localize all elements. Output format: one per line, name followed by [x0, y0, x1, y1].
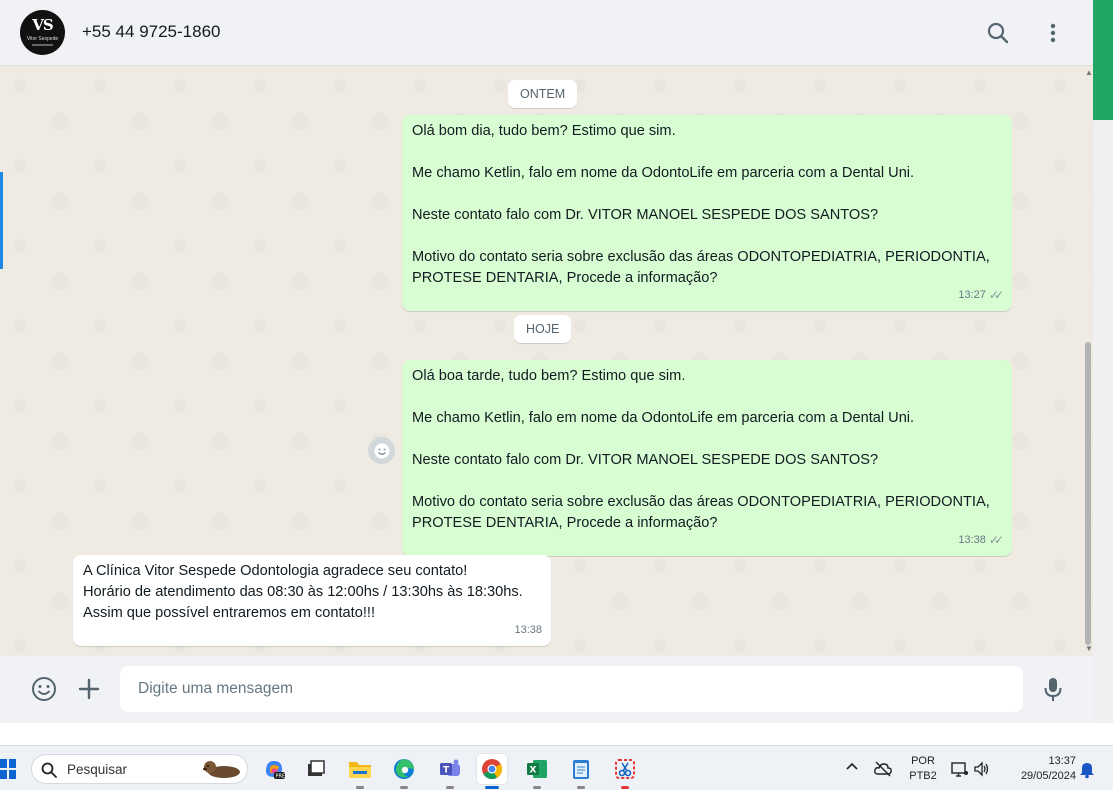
avatar[interactable]: VS Vitor Sespede: [20, 10, 65, 55]
keyboard-layout: PTB2: [909, 770, 937, 782]
whatsapp-window: VS Vitor Sespede +55 44 9725-1860 ▲ ONTE…: [0, 0, 1093, 723]
clock-time: 13:37: [1048, 755, 1076, 767]
teams-icon: T: [440, 759, 460, 776]
message-line: Motivo do contato seria sobre exclusão d…: [412, 494, 990, 531]
message-meta: 13:27 ✓✓: [958, 285, 1004, 306]
clock-date: 29/05/2024: [1020, 770, 1076, 782]
message-meta: 13:38: [514, 620, 542, 641]
message-bubble-incoming[interactable]: A Clínica Vitor Sespede Odontologia agra…: [73, 555, 551, 646]
message-line: Motivo do contato seria sobre exclusão d…: [412, 249, 990, 286]
chat-area[interactable]: ▲ ONTEM Olá bom dia, tudo bem? Estimo qu…: [0, 66, 1093, 656]
search-icon: [41, 762, 57, 778]
system-clock[interactable]: 13:37 29/05/2024: [1004, 754, 1076, 784]
message-line: Me chamo Ketlin, falo em nome da OdontoL…: [412, 165, 915, 181]
chevron-up-icon[interactable]: [844, 759, 864, 779]
microphone-icon[interactable]: [1038, 674, 1068, 704]
excel-app[interactable]: X: [522, 754, 552, 789]
message-line: Horário de atendimento das 08:30 às 12:0…: [83, 584, 523, 600]
date-chip-yesterday: ONTEM: [508, 80, 578, 108]
background-window-accent: [1093, 0, 1113, 120]
avatar-caption: Vitor Sespede: [26, 36, 59, 42]
message-time: 13:27: [958, 289, 986, 301]
language-code: POR: [911, 755, 935, 767]
file-explorer-app[interactable]: [345, 754, 375, 789]
message-time: 13:38: [514, 624, 542, 636]
scroll-down-arrow[interactable]: ▼: [1085, 644, 1093, 653]
active-indicator: [485, 786, 499, 789]
message-line: Neste contato falo com Dr. VITOR MANOEL …: [412, 207, 879, 223]
message-bubble-outgoing[interactable]: Olá bom dia, tudo bem? Estimo que sim. M…: [402, 115, 1012, 311]
attach-plus-icon[interactable]: [74, 674, 104, 704]
chat-header: VS Vitor Sespede +55 44 9725-1860: [0, 0, 1093, 66]
language-indicator[interactable]: POR PTB2: [904, 754, 942, 784]
message-bubble-outgoing[interactable]: Olá boa tarde, tudo bem? Estimo que sim.…: [402, 360, 1012, 556]
notification-bell-icon[interactable]: [1078, 759, 1098, 779]
message-line: Olá bom dia, tudo bem? Estimo que sim.: [412, 123, 676, 139]
chrome-icon: [482, 759, 503, 780]
running-indicator: [533, 786, 541, 789]
running-indicator: [621, 786, 629, 789]
search-icon[interactable]: [983, 18, 1013, 48]
message-meta: 13:38 ✓✓: [958, 530, 1004, 551]
message-line: Olá boa tarde, tudo bem? Estimo que sim.: [412, 368, 686, 384]
folder-icon: [349, 762, 371, 778]
avatar-underline: [32, 44, 53, 46]
taskbar-search[interactable]: Pesquisar: [31, 754, 248, 784]
svg-text:T: T: [443, 766, 450, 776]
date-chip-today: HOJE: [514, 315, 572, 343]
message-line: A Clínica Vitor Sespede Odontologia agra…: [83, 563, 468, 579]
edge-app[interactable]: [389, 754, 419, 789]
snipping-tool-icon: [615, 759, 635, 779]
double-check-icon: ✓✓: [988, 533, 1004, 547]
task-view-app[interactable]: [301, 754, 331, 784]
avatar-initials: VS: [32, 16, 53, 34]
react-emoji-button[interactable]: [368, 437, 395, 464]
message-time: 13:38: [958, 534, 986, 546]
message-line: Me chamo Ketlin, falo em nome da OdontoL…: [412, 410, 915, 426]
task-view-icon: [308, 760, 325, 776]
contact-name[interactable]: +55 44 9725-1860: [82, 22, 221, 42]
svg-text:PRE: PRE: [276, 774, 286, 780]
snipping-tool-app[interactable]: [610, 754, 640, 789]
teams-app[interactable]: T: [435, 754, 465, 789]
menu-icon[interactable]: [1038, 18, 1068, 48]
message-composer: [0, 656, 1093, 723]
running-indicator: [356, 786, 364, 789]
otter-icon: [203, 761, 240, 778]
edge-icon: [394, 759, 414, 779]
message-input[interactable]: [120, 666, 1023, 712]
copilot-app[interactable]: PRE: [259, 754, 289, 784]
double-check-icon: ✓✓: [988, 288, 1004, 302]
background-window-edge: [1093, 0, 1113, 723]
running-indicator: [577, 786, 585, 789]
notepad-icon: [573, 760, 589, 779]
message-line: Neste contato falo com Dr. VITOR MANOEL …: [412, 452, 879, 468]
chat-scrollbar[interactable]: [1085, 342, 1091, 645]
speaker-icon[interactable]: [973, 759, 993, 779]
running-indicator: [446, 786, 454, 789]
copilot-icon: PRE: [266, 761, 286, 780]
scroll-up-arrow[interactable]: ▲: [1085, 68, 1093, 77]
excel-icon: X: [527, 760, 547, 778]
windows-taskbar: Pesquisar PRE T X POR PTB2 13:37 29/05/2…: [0, 745, 1113, 790]
notepad-app[interactable]: [566, 754, 596, 789]
background-window-left-accent: [0, 172, 3, 269]
svg-text:X: X: [530, 766, 537, 776]
start-button-windows-icon[interactable]: [0, 759, 16, 779]
emoji-icon[interactable]: [29, 674, 59, 704]
cloud-offline-icon[interactable]: [873, 759, 893, 779]
running-indicator: [400, 786, 408, 789]
network-monitor-icon[interactable]: [950, 759, 970, 779]
desktop-gap: [0, 723, 1113, 745]
taskbar-search-label: Pesquisar: [67, 762, 128, 777]
chrome-app[interactable]: [477, 754, 507, 789]
message-line: Assim que possível entraremos em contato…: [83, 605, 376, 621]
